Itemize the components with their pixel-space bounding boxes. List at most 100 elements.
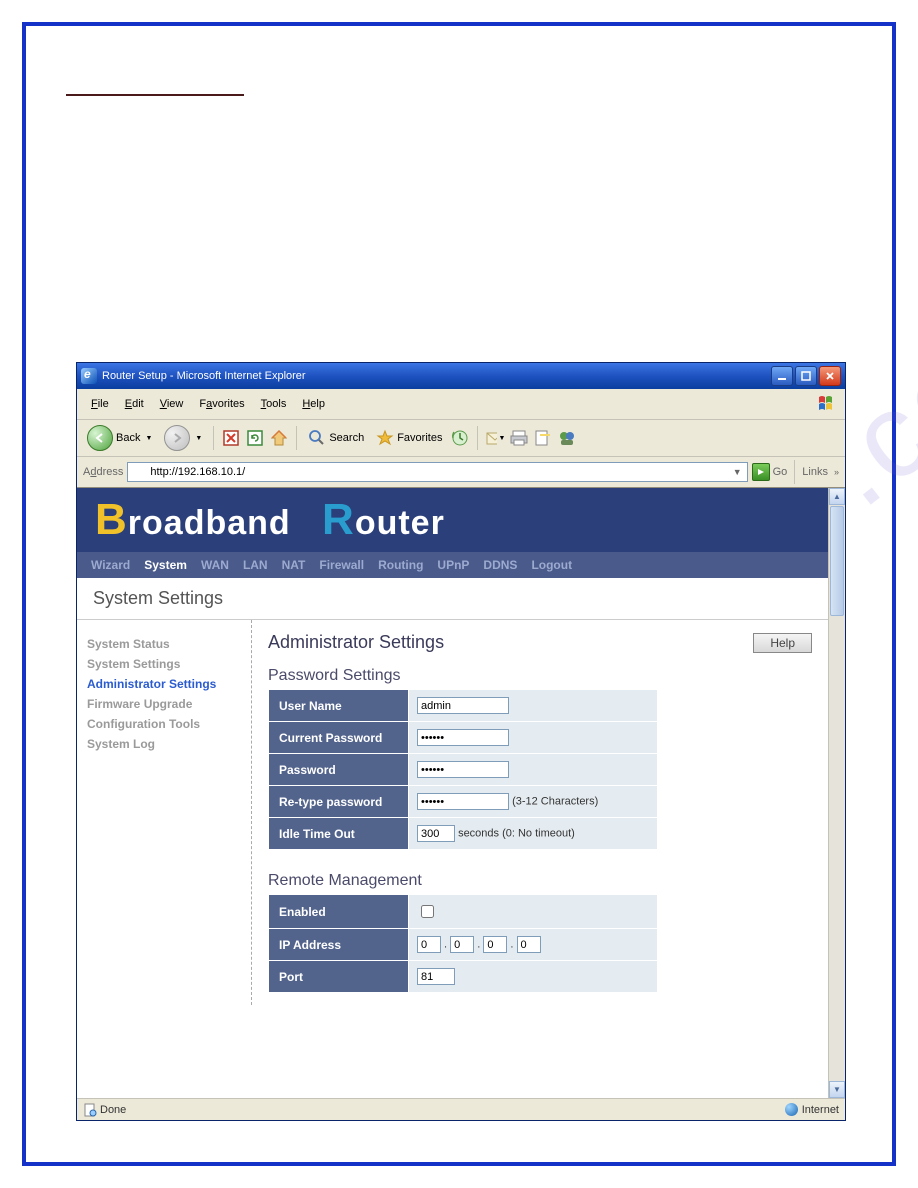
- menu-view[interactable]: View: [152, 396, 192, 412]
- titlebar[interactable]: Router Setup - Microsoft Internet Explor…: [77, 363, 845, 389]
- search-button[interactable]: Search: [304, 427, 368, 449]
- favorites-button[interactable]: Favorites: [372, 427, 446, 449]
- main-panel: Administrator Settings Help Password Set…: [252, 620, 828, 1005]
- label-port: Port: [269, 961, 409, 993]
- sidebar-item-administrator-settings[interactable]: Administrator Settings: [87, 674, 241, 694]
- brand-word1: roadband: [128, 504, 291, 542]
- statusbar: Done Internet: [77, 1098, 845, 1120]
- ip-octet-3[interactable]: [483, 936, 507, 953]
- menu-favorites[interactable]: Favorites: [191, 396, 252, 412]
- print-button[interactable]: [509, 428, 529, 448]
- windows-logo-icon: [815, 392, 839, 416]
- ie-icon: [81, 368, 97, 384]
- label-retype-password: Re-type password: [269, 786, 409, 818]
- forward-button[interactable]: ▼: [160, 423, 206, 453]
- nav-wizard[interactable]: Wizard: [91, 558, 130, 572]
- current-password-input[interactable]: [417, 729, 509, 746]
- section-remote-management: Remote Management: [268, 872, 812, 890]
- label-current-password: Current Password: [269, 722, 409, 754]
- maximize-button[interactable]: [795, 366, 817, 386]
- scroll-up-button[interactable]: ▲: [829, 488, 845, 505]
- stop-button[interactable]: [221, 428, 241, 448]
- vertical-scrollbar[interactable]: ▲ ▼: [828, 488, 845, 1098]
- favorites-label: Favorites: [397, 432, 442, 444]
- enabled-checkbox[interactable]: [421, 905, 434, 918]
- menu-tools[interactable]: Tools: [253, 396, 295, 412]
- main-heading: Administrator Settings: [268, 632, 444, 653]
- sidebar: System Status System Settings Administra…: [77, 620, 252, 1005]
- back-label: Back: [116, 432, 140, 444]
- password-input[interactable]: [417, 761, 509, 778]
- refresh-button[interactable]: [245, 428, 265, 448]
- label-ip-address: IP Address: [269, 929, 409, 961]
- idle-timeout-input[interactable]: [417, 825, 455, 842]
- back-button[interactable]: Back ▼: [83, 423, 156, 453]
- globe-icon: [785, 1103, 798, 1116]
- history-button[interactable]: [450, 428, 470, 448]
- remote-management-table: Enabled IP Address . . .: [268, 894, 658, 993]
- url-dropdown-icon[interactable]: ▼: [730, 467, 745, 477]
- nav-wan[interactable]: WAN: [201, 558, 229, 572]
- page-title: System Settings: [77, 578, 828, 620]
- chevron-down-icon[interactable]: ▼: [499, 435, 506, 442]
- chevron-down-icon[interactable]: ▼: [145, 435, 152, 442]
- mail-button[interactable]: ▼: [485, 428, 505, 448]
- addressbar: Address ▼ Go Links »: [77, 457, 845, 488]
- messenger-button[interactable]: [557, 428, 577, 448]
- ip-octet-2[interactable]: [450, 936, 474, 953]
- sidebar-item-system-settings[interactable]: System Settings: [87, 654, 241, 674]
- scroll-thumb[interactable]: [830, 506, 844, 616]
- menu-file[interactable]: File: [83, 396, 117, 412]
- horizontal-rule: [66, 94, 244, 96]
- home-button[interactable]: [269, 428, 289, 448]
- nav-system[interactable]: System: [144, 558, 187, 572]
- nav-logout[interactable]: Logout: [531, 558, 572, 572]
- nav-upnp[interactable]: UPnP: [437, 558, 469, 572]
- window-title: Router Setup - Microsoft Internet Explor…: [102, 370, 771, 382]
- content-area: Broadband Router Wizard System WAN LAN N…: [77, 488, 828, 1098]
- brand-word2: outer: [355, 504, 445, 542]
- ie-page-icon: [132, 465, 146, 479]
- chevron-down-icon[interactable]: ▼: [195, 435, 202, 442]
- go-label: Go: [773, 466, 788, 478]
- sidebar-item-firmware-upgrade[interactable]: Firmware Upgrade: [87, 694, 241, 714]
- nav-nat[interactable]: NAT: [282, 558, 306, 572]
- menu-help[interactable]: Help: [294, 396, 333, 412]
- toolbar: Back ▼ ▼: [77, 420, 845, 457]
- nav-firewall[interactable]: Firewall: [319, 558, 364, 572]
- close-button[interactable]: [819, 366, 841, 386]
- go-button[interactable]: Go: [752, 463, 788, 481]
- router-header: Broadband Router: [77, 488, 828, 552]
- label-password: Password: [269, 754, 409, 786]
- menu-edit[interactable]: Edit: [117, 396, 152, 412]
- minimize-button[interactable]: [771, 366, 793, 386]
- status-zone: Internet: [802, 1104, 839, 1116]
- sidebar-item-system-status[interactable]: System Status: [87, 634, 241, 654]
- edit-button[interactable]: [533, 428, 553, 448]
- browser-window: Router Setup - Microsoft Internet Explor…: [76, 362, 846, 1121]
- links-expand-icon[interactable]: »: [834, 467, 839, 477]
- router-nav: Wizard System WAN LAN NAT Firewall Routi…: [77, 552, 828, 578]
- port-input[interactable]: [417, 968, 455, 985]
- label-idle-timeout: Idle Time Out: [269, 818, 409, 850]
- sidebar-item-configuration-tools[interactable]: Configuration Tools: [87, 714, 241, 734]
- retype-password-input[interactable]: [417, 793, 509, 810]
- nav-lan[interactable]: LAN: [243, 558, 268, 572]
- label-username: User Name: [269, 690, 409, 722]
- section-password-settings: Password Settings: [268, 667, 812, 685]
- username-input[interactable]: [417, 697, 509, 714]
- nav-ddns[interactable]: DDNS: [483, 558, 517, 572]
- status-text: Done: [100, 1104, 126, 1116]
- ip-octet-4[interactable]: [517, 936, 541, 953]
- scroll-down-button[interactable]: ▼: [829, 1081, 845, 1098]
- password-settings-table: User Name Current Password Password: [268, 689, 658, 850]
- retype-hint: (3-12 Characters): [512, 796, 598, 808]
- sidebar-item-system-log[interactable]: System Log: [87, 734, 241, 754]
- url-input[interactable]: [148, 466, 729, 478]
- url-input-wrap[interactable]: ▼: [127, 462, 747, 482]
- help-button[interactable]: Help: [753, 633, 812, 653]
- nav-routing[interactable]: Routing: [378, 558, 423, 572]
- links-label[interactable]: Links: [802, 466, 828, 478]
- page-icon: [83, 1103, 97, 1117]
- ip-octet-1[interactable]: [417, 936, 441, 953]
